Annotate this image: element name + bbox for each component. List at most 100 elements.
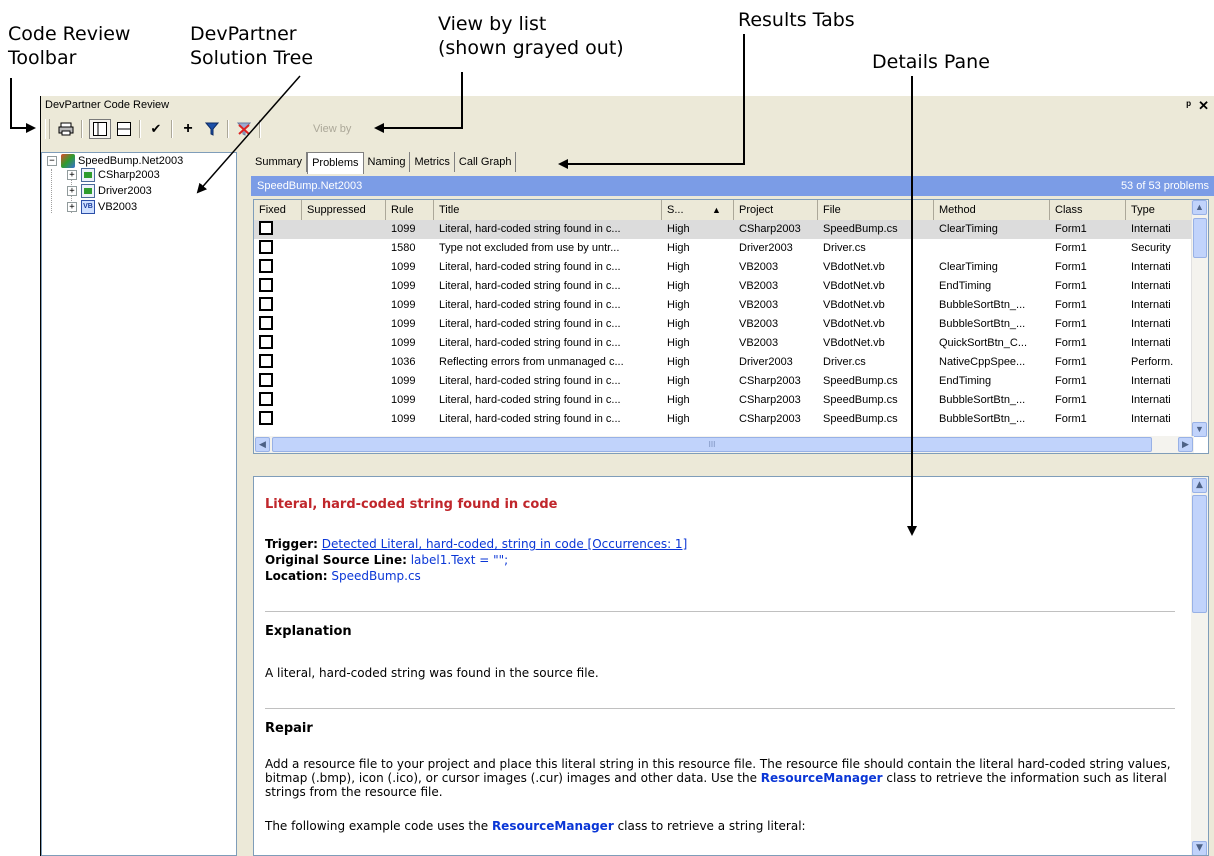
close-icon[interactable]: ✕: [1198, 96, 1209, 115]
cell-method: BubbleSortBtn_...: [939, 413, 1026, 425]
table-row[interactable]: 1099 Literal, hard-coded string found in …: [254, 258, 1194, 277]
table-row[interactable]: 1099 Literal, hard-coded string found in …: [254, 334, 1194, 353]
cell-type: Perform.: [1131, 356, 1174, 368]
column-header[interactable]: File: [818, 200, 934, 220]
scroll-thumb[interactable]: [1192, 495, 1207, 613]
fixed-checkbox[interactable]: [259, 316, 273, 331]
problem-count-label: 53 of 53 problems: [1120, 180, 1209, 192]
cell-type: Internati: [1131, 261, 1171, 273]
toolbar-grip[interactable]: [45, 119, 50, 139]
fixed-checkbox[interactable]: [259, 335, 273, 350]
collapse-icon[interactable]: −: [47, 156, 57, 166]
cell-class: Form1: [1055, 261, 1087, 273]
solution-name-label: SpeedBump.Net2003: [257, 180, 363, 192]
fixed-checkbox[interactable]: [259, 411, 273, 426]
tab-naming[interactable]: Naming: [364, 152, 411, 172]
resource-manager-link[interactable]: ResourceManager: [761, 771, 883, 785]
table-row[interactable]: 1099 Literal, hard-coded string found in …: [254, 296, 1194, 315]
source-line: Original Source Line: label1.Text = "";: [265, 553, 509, 567]
scroll-up-icon[interactable]: ▲: [1192, 200, 1207, 215]
table-row[interactable]: 1099 Literal, hard-coded string found in …: [254, 410, 1194, 429]
scroll-thumb[interactable]: [1193, 218, 1207, 258]
column-header[interactable]: Fixed: [254, 200, 302, 220]
split-horizontal-icon[interactable]: [113, 119, 135, 139]
column-header[interactable]: Class: [1050, 200, 1126, 220]
results-tabs: Summary Problems Naming Metrics Call Gra…: [251, 152, 517, 174]
callout-tree-line2: Solution Tree: [190, 47, 314, 69]
cell-rule: 1099: [391, 394, 416, 406]
scroll-down-icon[interactable]: ▼: [1192, 422, 1207, 437]
solution-icon: [61, 154, 75, 168]
expand-icon[interactable]: +: [67, 186, 77, 196]
table-row[interactable]: 1099 Literal, hard-coded string found in …: [254, 315, 1194, 334]
cell-file: VBdotNet.vb: [823, 261, 885, 273]
grid-horizontal-scrollbar[interactable]: ◀ III ▶: [254, 436, 1194, 453]
column-header[interactable]: Method: [934, 200, 1050, 220]
location-value[interactable]: SpeedBump.cs: [331, 569, 420, 583]
table-row[interactable]: 1580 Type not excluded from use by untr..…: [254, 239, 1194, 258]
toolbar-separator: [81, 120, 83, 138]
grid-vertical-scrollbar[interactable]: ▲ ▼: [1191, 200, 1208, 437]
pin-icon[interactable]: ᵖ: [1186, 96, 1191, 115]
scroll-right-icon[interactable]: ▶: [1178, 437, 1193, 452]
expand-icon[interactable]: +: [67, 202, 77, 212]
tree-node-driver2003[interactable]: + Driver2003: [67, 183, 152, 199]
printer-icon[interactable]: [55, 119, 77, 139]
column-header[interactable]: S...: [662, 200, 734, 220]
fixed-checkbox[interactable]: [259, 259, 273, 274]
cell-rule: 1099: [391, 337, 416, 349]
grid-header: Fixed Suppressed Rule Title S... ▲ Project File…: [254, 200, 1194, 221]
scroll-down-icon[interactable]: ▼: [1192, 841, 1207, 855]
split-vertical-icon[interactable]: [89, 119, 111, 139]
fixed-cell: [254, 334, 302, 353]
fixed-checkbox[interactable]: [259, 297, 273, 312]
table-row[interactable]: 1099 Literal, hard-coded string found in …: [254, 220, 1194, 239]
tab-metrics[interactable]: Metrics: [410, 152, 455, 172]
cell-sev: High: [667, 413, 690, 425]
scroll-left-icon[interactable]: ◀: [255, 437, 270, 452]
cell-sev: High: [667, 242, 690, 254]
column-header[interactable]: Project: [734, 200, 818, 220]
scroll-up-icon[interactable]: ▲: [1192, 478, 1207, 493]
fixed-checkbox[interactable]: [259, 392, 273, 407]
table-row[interactable]: 1099 Literal, hard-coded string found in …: [254, 391, 1194, 410]
cell-method: [934, 239, 1050, 258]
tab-summary[interactable]: Summary: [251, 152, 308, 172]
fixed-checkbox[interactable]: [259, 354, 273, 369]
cell-file: Driver.cs: [823, 242, 866, 254]
checkmark-icon[interactable]: ✔: [145, 119, 167, 139]
fixed-cell: [254, 353, 302, 372]
table-row[interactable]: 1099 Literal, hard-coded string found in …: [254, 372, 1194, 391]
scroll-thumb[interactable]: III: [272, 437, 1152, 452]
clear-filter-icon[interactable]: [233, 119, 255, 139]
cell-class: Form1: [1055, 375, 1087, 387]
cell-title: Literal, hard-coded string found in c...: [439, 413, 621, 425]
callout-viewby: View by list (shown grayed out): [438, 12, 624, 60]
tab-problems[interactable]: Problems: [307, 152, 364, 174]
trigger-link[interactable]: Detected Literal, hard-coded, string in …: [322, 537, 687, 551]
fixed-cell: [254, 239, 302, 258]
fixed-cell: [254, 277, 302, 296]
fixed-checkbox[interactable]: [259, 240, 273, 255]
column-header[interactable]: Type: [1126, 200, 1194, 220]
column-header[interactable]: Rule: [386, 200, 434, 220]
fixed-cell: [254, 410, 302, 429]
column-header[interactable]: Suppressed: [302, 200, 386, 220]
tree-node-csharp2003[interactable]: + CSharp2003: [67, 167, 160, 183]
details-vertical-scrollbar[interactable]: ▲ ▼: [1191, 477, 1208, 855]
fixed-checkbox[interactable]: [259, 221, 273, 236]
fixed-checkbox[interactable]: [259, 373, 273, 388]
column-header[interactable]: Title: [434, 200, 662, 220]
tab-call-graph[interactable]: Call Graph: [455, 152, 517, 172]
cell-class: Form1: [1055, 318, 1087, 330]
cell-type: Internati: [1131, 318, 1171, 330]
table-row[interactable]: 1099 Literal, hard-coded string found in …: [254, 277, 1194, 296]
expand-icon[interactable]: +: [67, 170, 77, 180]
table-row[interactable]: 1036 Reflecting errors from unmanaged c..…: [254, 353, 1194, 372]
tree-node-vb2003[interactable]: + VB VB2003: [67, 199, 137, 215]
fixed-checkbox[interactable]: [259, 278, 273, 293]
plus-icon[interactable]: +: [177, 119, 199, 139]
filter-icon[interactable]: [201, 119, 223, 139]
resource-manager-link[interactable]: ResourceManager: [492, 819, 614, 833]
code-review-window: DevPartner Code Review ᵖ ✕ ✔ + View by −…: [40, 96, 1214, 856]
